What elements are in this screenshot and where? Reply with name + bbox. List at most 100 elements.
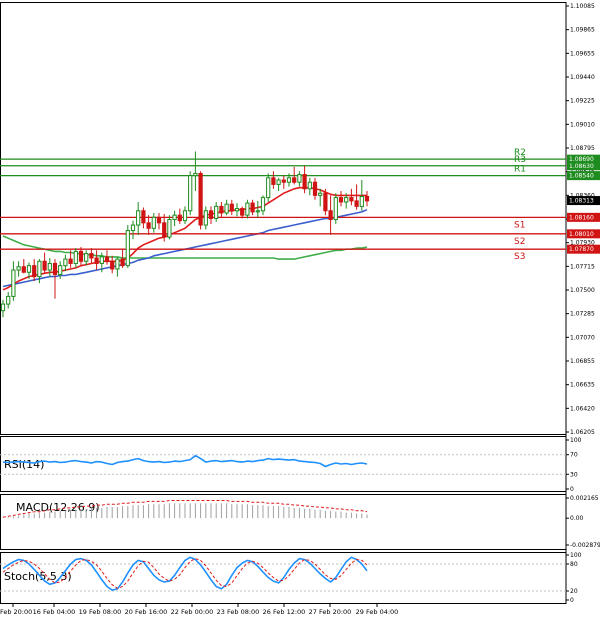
candle-body (47, 262, 52, 271)
price-y-tick-label: 1.07070 (570, 334, 595, 341)
price-y-tick-label: 1.09655 (570, 50, 595, 57)
rsi-y-tick-label: 100 (570, 437, 582, 444)
level-name-s1: S1 (514, 220, 525, 230)
level-tag-r2: 1.08690 (569, 156, 594, 163)
candle-body (292, 177, 297, 183)
candle-body (297, 174, 302, 183)
price-y-tick-label: 1.07500 (570, 287, 595, 294)
candle-body (307, 181, 312, 190)
candle-body (26, 265, 32, 273)
candle-body (6, 295, 11, 305)
candle-body (136, 210, 141, 226)
candle-body (11, 269, 16, 297)
level-tag-s3: 1.07870 (569, 246, 594, 253)
level-tag-r3: 1.08630 (569, 163, 594, 170)
price-y-tick-label: 1.09440 (570, 74, 595, 81)
x-tick-label: 27 Feb 20:00 (309, 608, 352, 616)
candle-body (354, 200, 359, 207)
price-y-tick-label: 1.08795 (570, 145, 595, 152)
candle-body (229, 203, 234, 212)
candle-body (302, 174, 307, 190)
stoch-y-tick-label: 80 (570, 561, 578, 568)
candle-body (125, 230, 130, 267)
level-name-s2: S2 (514, 237, 525, 247)
x-tick-label: 16 Feb 04:00 (33, 608, 76, 616)
candle-body (182, 210, 188, 222)
price-y-tick-label: 1.09010 (570, 121, 595, 128)
candle-body (338, 197, 344, 203)
candle-body (234, 208, 240, 212)
rsi-label: RSI(14) (4, 458, 44, 471)
x-tick-label: 26 Feb 12:00 (263, 608, 306, 616)
candle-body (203, 210, 208, 226)
level-name-r1: R1 (514, 165, 526, 175)
candle-body (328, 210, 333, 221)
candle-body (323, 192, 328, 212)
current-price-label: 1.08313 (569, 198, 594, 205)
candle-body (172, 214, 177, 221)
rsi-y-tick-label: 70 (570, 452, 578, 459)
candle-body (89, 253, 94, 259)
candle-body (364, 195, 370, 202)
candle-body (141, 210, 146, 224)
candle-body (156, 216, 162, 224)
rsi-y-tick-label: 0 (570, 486, 574, 493)
x-tick-label: 29 Feb 04:00 (356, 608, 399, 616)
candle-body (177, 214, 182, 222)
candle-body (198, 172, 203, 226)
current-price-tag: 1.08313 (567, 196, 600, 206)
candle-body (0, 303, 6, 312)
candle-body (255, 210, 260, 213)
price-y-tick-label: 1.06205 (570, 429, 595, 436)
candle-body (312, 181, 318, 196)
level-tag-r1: 1.08540 (569, 173, 594, 180)
price-y-tick-label: 1.06635 (570, 382, 595, 389)
candle-body (167, 219, 172, 238)
candle-body (104, 256, 110, 262)
candle-body (84, 253, 89, 262)
candle-body (78, 250, 84, 262)
candle-body (151, 216, 156, 229)
candle-body (193, 172, 198, 177)
price-y-tick-label: 1.06420 (570, 405, 595, 412)
x-tick-label: 20 Feb 16:00 (125, 608, 168, 616)
candle-body (120, 258, 125, 267)
x-tick-label: 22 Feb 00:00 (171, 608, 214, 616)
candle-body (94, 257, 99, 264)
price-y-tick-label: 1.10085 (570, 3, 595, 10)
macd-y-tick-label: 0.002165 (570, 495, 599, 502)
candle-body (359, 195, 364, 207)
candle-body (281, 179, 286, 183)
candle-body (333, 197, 338, 221)
rsi-y-tick-label: 30 (570, 471, 578, 478)
stoch-y-tick-label: 20 (570, 588, 578, 595)
candle-body (73, 250, 78, 264)
x-tick-label: 2 Feb 20:00 (0, 608, 32, 616)
macd-y-tick-label: -0.002879 (570, 542, 600, 549)
stoch-y-tick-label: 0 (570, 597, 574, 604)
candle-body (240, 208, 245, 216)
candle-body (32, 265, 37, 278)
stoch-y-tick-label: 100 (570, 552, 582, 559)
chart-canvas: 1.10085 1.09865 1.09655 1.09440 1.09225 1.090… (0, 0, 600, 619)
candle-body (37, 260, 42, 278)
price-y-tick-label: 1.09865 (570, 27, 595, 34)
candle-body (349, 197, 354, 202)
candle-body (58, 265, 63, 275)
candle-body (16, 266, 21, 271)
candle-body (344, 197, 349, 203)
price-y-tick-label: 1.07715 (570, 263, 595, 270)
candle-body (318, 192, 323, 196)
candle-body (286, 177, 292, 183)
candle-body (52, 262, 58, 275)
candle-body (208, 210, 214, 219)
level-tag-s1: 1.08160 (569, 214, 594, 221)
candle-body (63, 258, 68, 267)
price-y-tick-label: 1.06855 (570, 358, 595, 365)
candle-body (68, 258, 73, 264)
candle-body (250, 202, 255, 213)
candle-body (21, 266, 26, 273)
candle-body (188, 175, 193, 212)
candle-body (219, 205, 224, 214)
candle-body (214, 205, 219, 219)
